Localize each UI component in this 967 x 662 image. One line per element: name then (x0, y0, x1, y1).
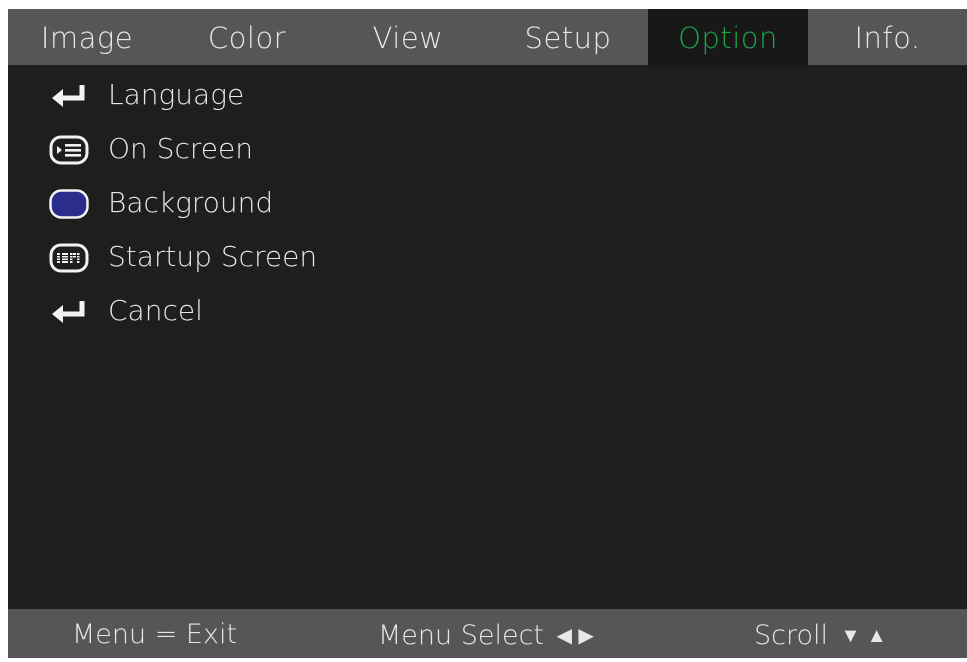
tab-color[interactable]: Color (166, 9, 328, 65)
tab-bar: Image Color View Setup Option Info. (8, 9, 967, 65)
tab-setup[interactable]: Setup (488, 9, 648, 65)
tab-view[interactable]: View (328, 9, 488, 65)
menu-item-background[interactable]: Background (8, 177, 967, 231)
footer-help-bar: Menu = Exit Menu Select ◀ ▶ Scroll ▼ ▲ (8, 609, 967, 658)
scroll-label: Scroll (754, 620, 829, 651)
menu-item-startup-screen[interactable]: Startup Screen (8, 231, 967, 285)
tab-image[interactable]: Image (8, 9, 166, 65)
projector-osd-menu: Image Color View Setup Option Info. Lang… (8, 9, 967, 658)
scroll-hint: Scroll ▼ ▲ (754, 609, 887, 662)
menu-item-label: On Screen (108, 132, 253, 165)
menu-exit-hint: Menu = Exit (72, 619, 238, 650)
enter-arrow-icon (46, 296, 92, 328)
tab-info[interactable]: Info. (808, 9, 967, 65)
menu-item-language[interactable]: Language (8, 69, 967, 123)
menu-item-cancel[interactable]: Cancel (8, 285, 967, 339)
menu-select-label: Menu Select (378, 620, 545, 651)
down-up-arrows-icon: ▼ ▲ (840, 623, 887, 647)
menu-select-hint: Menu Select ◀ ▶ (378, 609, 594, 662)
menu-item-on-screen[interactable]: On Screen (8, 123, 967, 177)
menu-item-label: Cancel (108, 294, 203, 327)
menu-item-label: Language (108, 78, 245, 111)
enter-arrow-icon (46, 80, 92, 112)
menu-item-label: Startup Screen (108, 240, 318, 273)
menu-item-label: Background (108, 186, 274, 219)
ibm-logo-icon (46, 242, 92, 274)
on-screen-display-icon (46, 134, 92, 166)
blue-background-icon (46, 188, 92, 220)
left-right-arrows-icon: ◀ ▶ (556, 623, 594, 647)
tab-option[interactable]: Option (648, 9, 808, 65)
